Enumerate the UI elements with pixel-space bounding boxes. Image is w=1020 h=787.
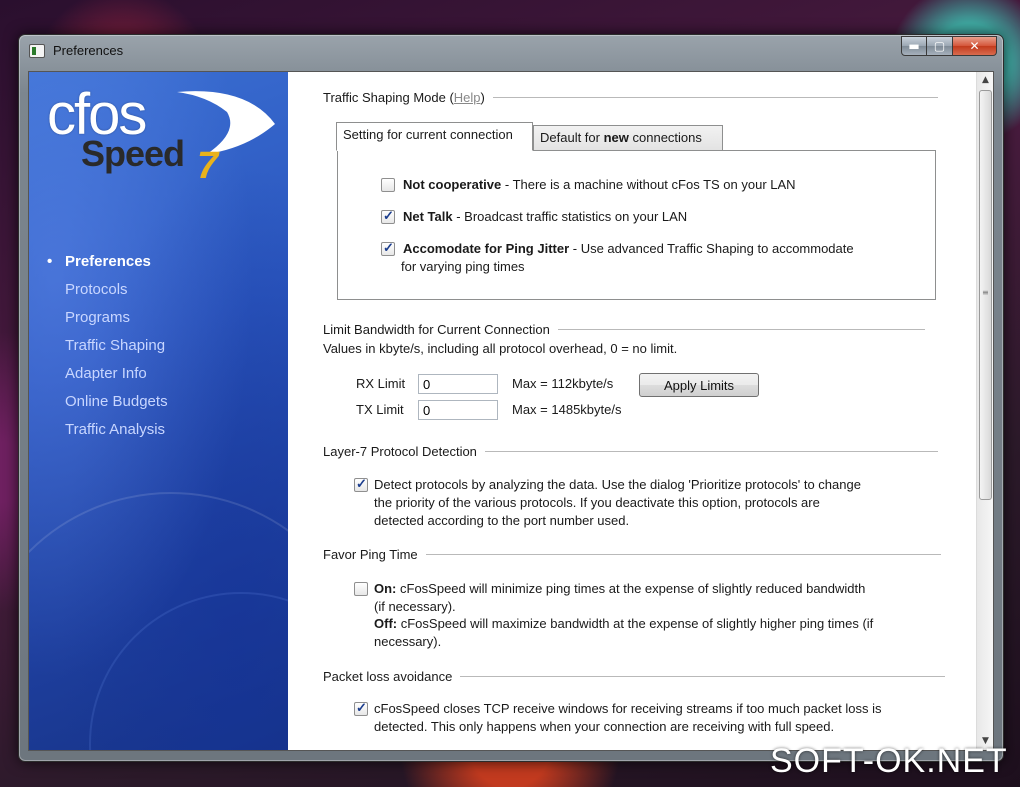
favor-ping-off-line1: Off: cFosSpeed will maximize bandwidth a… <box>374 616 874 631</box>
apply-limits-button[interactable]: Apply Limits <box>639 373 759 397</box>
section-divider <box>557 329 925 330</box>
preferences-window: Preferences ▬ ▢ ✕ cfos Speed 7 • Preferen… <box>18 34 1004 762</box>
close-icon: ✕ <box>969 39 980 53</box>
favor-ping-on-line2: (if necessary). <box>374 599 456 614</box>
sidebar-item-label: Adapter Info <box>65 365 147 382</box>
layer7-text-line2: the priority of the various protocols. I… <box>374 495 820 510</box>
tab-label-bold: new <box>603 130 629 145</box>
layer7-text-line3: detected according to the port number us… <box>374 513 630 528</box>
tab-label-pre: Default for <box>540 130 604 145</box>
sidebar-item-label: Protocols <box>65 281 128 298</box>
bandwidth-title: Limit Bandwidth for Current Connection <box>323 322 550 337</box>
layer7-text-line1: Detect protocols by analyzing the data. … <box>374 477 861 492</box>
tab-current-connection[interactable]: Setting for current connection <box>336 122 533 151</box>
layer7-title: Layer-7 Protocol Detection <box>323 444 477 459</box>
logo-text-speed: Speed <box>81 133 185 174</box>
app-icon <box>29 44 45 58</box>
sidebar-item-traffic-analysis[interactable]: Traffic Analysis <box>47 416 168 444</box>
scrollbar-thumb[interactable]: ≡ <box>979 90 992 500</box>
vertical-scrollbar[interactable]: ▲ ≡ ▼ <box>976 72 993 750</box>
scrollbar-grip-icon: ≡ <box>982 288 989 297</box>
traffic-shaping-title: Traffic Shaping Mode ( <box>323 90 454 105</box>
window-client: cfos Speed 7 • Preferences Protocols Prog… <box>28 71 994 751</box>
watermark: SOFT-OK.NET <box>770 742 1008 780</box>
bandwidth-heading: Limit Bandwidth for Current Connection <box>323 322 925 337</box>
not-cooperative-label: Not cooperative - There is a machine wit… <box>403 177 796 192</box>
packet-loss-text-line1: cFosSpeed closes TCP receive windows for… <box>374 701 882 716</box>
sidebar-item-traffic-shaping[interactable]: Traffic Shaping <box>47 332 168 360</box>
net-talk-label: Net Talk - Broadcast traffic statistics … <box>403 209 688 224</box>
window-title: Preferences <box>53 43 124 58</box>
layer7-heading: Layer-7 Protocol Detection <box>323 444 938 459</box>
section-divider <box>492 97 938 98</box>
tab-default-new-connections[interactable]: Default for new connections <box>533 125 723 151</box>
title-bar[interactable]: Preferences ▬ ▢ ✕ <box>19 35 1003 69</box>
sidebar: cfos Speed 7 • Preferences Protocols Prog… <box>29 72 288 750</box>
sidebar-item-preferences[interactable]: • Preferences <box>47 248 168 276</box>
maximize-icon: ▢ <box>933 39 946 53</box>
sidebar-item-online-budgets[interactable]: Online Budgets <box>47 388 168 416</box>
window-controls: ▬ ▢ ✕ <box>901 36 997 56</box>
help-link[interactable]: Help <box>454 90 481 105</box>
ping-jitter-label-line2: for varying ping times <box>401 259 525 274</box>
sidebar-item-adapter-info[interactable]: Adapter Info <box>47 360 168 388</box>
favor-ping-title: Favor Ping Time <box>323 547 418 562</box>
rx-limit-input[interactable] <box>418 374 498 394</box>
traffic-shaping-heading: Traffic Shaping Mode (Help) <box>323 90 938 105</box>
sidebar-item-label: Online Budgets <box>65 393 168 410</box>
bullet-icon: • <box>47 253 53 270</box>
close-button[interactable]: ✕ <box>953 36 997 56</box>
packet-loss-text-line2: detected. This only happens when your co… <box>374 719 835 734</box>
preferences-content: Traffic Shaping Mode (Help) Setting for … <box>288 72 978 750</box>
sidebar-item-label: Preferences <box>65 253 151 270</box>
sidebar-nav: • Preferences Protocols Programs Traffic … <box>47 248 168 444</box>
layer7-detect-checkbox[interactable] <box>354 476 368 492</box>
tx-limit-input[interactable] <box>418 400 498 420</box>
packet-loss-title: Packet loss avoidance <box>323 669 453 684</box>
sidebar-item-label: Traffic Shaping <box>65 337 166 354</box>
favor-ping-on-line1: On: cFosSpeed will minimize ping times a… <box>374 581 866 596</box>
favor-ping-off-line2: necessary). <box>374 634 442 649</box>
section-divider <box>460 676 946 677</box>
packet-loss-checkbox[interactable] <box>354 700 368 716</box>
rx-limit-label: RX Limit <box>356 376 406 391</box>
ping-jitter-label: Accomodate for Ping Jitter - Use advance… <box>403 241 854 256</box>
tx-max-text: Max = 1485kbyte/s <box>512 402 622 417</box>
section-divider <box>484 451 938 452</box>
minimize-button[interactable]: ▬ <box>901 36 927 56</box>
favor-ping-checkbox[interactable] <box>354 582 368 596</box>
tx-limit-label: TX Limit <box>356 402 404 417</box>
sidebar-item-protocols[interactable]: Protocols <box>47 276 168 304</box>
ping-jitter-checkbox[interactable] <box>381 240 395 256</box>
maximize-button[interactable]: ▢ <box>927 36 953 56</box>
sidebar-item-label: Traffic Analysis <box>65 421 166 438</box>
favor-ping-heading: Favor Ping Time <box>323 547 941 562</box>
tab-label-post: connections <box>628 130 702 145</box>
packet-loss-heading: Packet loss avoidance <box>323 669 946 684</box>
tab-panel: Not cooperative - There is a machine wit… <box>337 150 936 300</box>
scroll-up-icon[interactable]: ▲ <box>977 72 993 89</box>
traffic-shaping-title-end: ) <box>480 90 485 105</box>
rx-max-text: Max = 112kbyte/s <box>512 376 614 391</box>
tab-label: Setting for current connection <box>343 127 513 142</box>
net-talk-checkbox[interactable] <box>381 208 395 224</box>
sidebar-item-label: Programs <box>65 309 131 326</box>
sidebar-item-programs[interactable]: Programs <box>47 304 168 332</box>
section-divider <box>425 554 941 555</box>
logo-version: 7 <box>197 145 219 187</box>
not-cooperative-checkbox[interactable] <box>381 178 395 192</box>
minimize-icon: ▬ <box>908 39 920 53</box>
bandwidth-subtext: Values in kbyte/s, including all protoco… <box>323 341 678 356</box>
cfos-speed-logo: cfos Speed 7 <box>47 84 277 194</box>
